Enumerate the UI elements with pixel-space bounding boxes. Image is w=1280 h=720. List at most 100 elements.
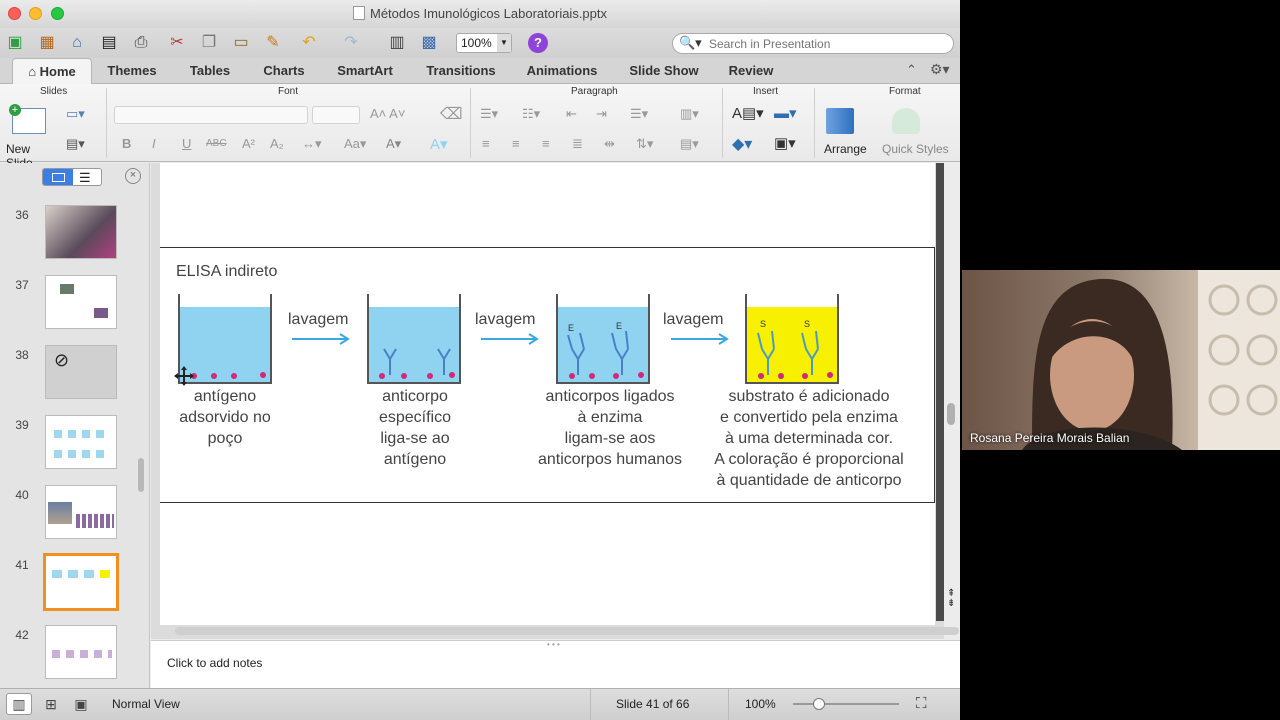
align-left-icon[interactable]: ≡: [482, 136, 490, 151]
slide-thumbnail-40[interactable]: [45, 485, 117, 539]
close-window-button[interactable]: [8, 7, 21, 20]
arrange-button[interactable]: Arrange: [822, 104, 868, 158]
superscript-icon[interactable]: A²: [242, 136, 255, 151]
shape-icon[interactable]: ◆▾: [732, 134, 752, 154]
outdent-icon[interactable]: ⇤: [566, 106, 577, 122]
section-icon[interactable]: ▤▾: [66, 136, 85, 152]
cut-icon[interactable]: ✂: [166, 32, 188, 54]
tab-tables[interactable]: Tables: [180, 58, 240, 84]
text-effects-icon[interactable]: A▾: [430, 135, 448, 153]
quick-styles-button[interactable]: Quick Styles: [880, 104, 950, 158]
horizontal-scrollbar[interactable]: [175, 627, 959, 635]
slides-view-icon[interactable]: [43, 169, 73, 185]
tab-transitions[interactable]: Transitions: [418, 58, 504, 84]
slide-number: 40: [15, 488, 29, 502]
numbering-icon[interactable]: ☷▾: [522, 106, 540, 122]
search-box[interactable]: 🔍▾: [672, 33, 954, 54]
slide-sorter-button[interactable]: ⊞: [38, 693, 64, 715]
zoom-slider-thumb[interactable]: [813, 698, 825, 710]
new-slide-button[interactable]: + New Slide: [6, 104, 60, 170]
print-icon[interactable]: ⎙: [130, 32, 152, 54]
outline-view-icon[interactable]: ☰: [79, 170, 91, 186]
change-case-icon[interactable]: Aa▾: [344, 136, 366, 152]
gear-icon[interactable]: ⚙▾: [930, 61, 950, 78]
slide-thumbnail-37[interactable]: [45, 275, 117, 329]
slide-thumbnail-39[interactable]: [45, 415, 117, 469]
notes-placeholder[interactable]: Click to add notes: [167, 656, 262, 670]
slide-thumbnail-38[interactable]: ⊘: [45, 345, 117, 399]
indent-icon[interactable]: ⇥: [596, 106, 607, 122]
font-color-icon[interactable]: A▾: [386, 136, 401, 152]
slide-scrollbar-track[interactable]: [936, 163, 944, 621]
slide-thumbnail-41[interactable]: [43, 553, 119, 611]
splitter-handle-icon[interactable]: • • •: [547, 640, 560, 649]
minimize-window-button[interactable]: [29, 7, 42, 20]
normal-view-button[interactable]: ▥: [6, 693, 32, 715]
search-input[interactable]: [709, 35, 939, 52]
bullets-icon[interactable]: ☰▾: [480, 106, 498, 122]
columns-icon[interactable]: ▥▾: [680, 106, 699, 122]
font-family-select[interactable]: [114, 106, 308, 124]
zoom-select[interactable]: 100% ▼: [456, 33, 512, 53]
fit-to-window-icon[interactable]: ⛶: [916, 695, 927, 712]
undo-icon[interactable]: ↶: [298, 32, 320, 54]
group-label-insert: Insert: [753, 86, 779, 97]
scroll-thumb[interactable]: [947, 403, 955, 425]
grow-font-icon[interactable]: A˄ A˅: [370, 106, 405, 121]
paste-icon[interactable]: ▭: [230, 32, 252, 54]
thumbnail-graphic: [100, 570, 110, 578]
sidebar-scrollbar[interactable]: [138, 458, 144, 492]
text-direction-icon[interactable]: ⇅▾: [636, 136, 653, 152]
picture-icon[interactable]: ▬▾: [774, 104, 797, 122]
align-center-icon[interactable]: ≡: [512, 136, 520, 151]
subscript-icon[interactable]: A₂: [270, 136, 284, 151]
new-presentation-icon[interactable]: ▣: [4, 32, 26, 54]
distributed-icon[interactable]: ⇹: [604, 136, 615, 152]
close-pane-icon[interactable]: ×: [125, 168, 141, 184]
character-spacing-icon[interactable]: ↔▾: [302, 136, 322, 152]
show-hide-icon[interactable]: ▥: [386, 32, 408, 54]
status-divider: [590, 689, 591, 720]
copy-icon[interactable]: ❐: [198, 32, 220, 54]
italic-icon[interactable]: I: [152, 136, 156, 151]
open-icon[interactable]: ⌂: [66, 32, 88, 54]
notes-pane[interactable]: • • • Click to add notes: [151, 640, 960, 688]
collapse-ribbon-icon[interactable]: ⌃: [906, 62, 917, 78]
previous-slide-icon[interactable]: ⇞ ⇟: [947, 589, 955, 609]
slide-thumbnail-42[interactable]: [45, 625, 117, 679]
underline-icon[interactable]: U: [182, 136, 191, 151]
format-painter-icon[interactable]: ✎: [262, 32, 284, 54]
text-box-icon[interactable]: A▤▾: [732, 104, 764, 122]
save-icon[interactable]: ▤: [98, 32, 120, 54]
participant-video: [1022, 270, 1280, 450]
zoom-window-button[interactable]: [51, 7, 64, 20]
media-icon[interactable]: ▣▾: [774, 134, 796, 152]
redo-icon[interactable]: ↷: [340, 32, 362, 54]
slide-show-view-button[interactable]: ▣: [68, 693, 94, 715]
slide-thumbnail-36[interactable]: [45, 205, 117, 259]
slide-canvas[interactable]: ELISA indireto E E S S lavagem lavagem l…: [160, 163, 935, 625]
tab-themes[interactable]: Themes: [100, 58, 164, 84]
zoom-slider[interactable]: [793, 703, 899, 705]
layout-icon[interactable]: ▭▾: [66, 106, 85, 122]
line-spacing-icon[interactable]: ☰▾: [630, 106, 648, 122]
tab-animations[interactable]: Animations: [520, 58, 604, 84]
align-right-icon[interactable]: ≡: [542, 136, 550, 151]
tab-slide-show[interactable]: Slide Show: [622, 58, 706, 84]
tab-review[interactable]: Review: [722, 58, 780, 84]
template-gallery-icon[interactable]: ▦: [36, 32, 58, 54]
tab-home[interactable]: ⌂ Home: [12, 58, 92, 85]
tab-charts[interactable]: Charts: [256, 58, 312, 84]
thumbnail-outline-toggle[interactable]: ☰: [42, 168, 102, 186]
tab-smartart[interactable]: SmartArt: [330, 58, 400, 84]
bold-icon[interactable]: B: [122, 136, 131, 151]
justify-icon[interactable]: ≣: [572, 136, 583, 152]
align-text-icon[interactable]: ▤▾: [680, 136, 699, 152]
clear-format-icon[interactable]: ⌫: [440, 104, 463, 124]
thumbnail-image: [60, 284, 74, 294]
help-icon[interactable]: ?: [528, 33, 548, 53]
strikethrough-icon[interactable]: ABC: [206, 138, 227, 149]
font-size-select[interactable]: [312, 106, 360, 124]
media-browser-icon[interactable]: ▩: [418, 32, 440, 54]
vertical-scrollbar[interactable]: ⇞ ⇟: [944, 163, 960, 639]
